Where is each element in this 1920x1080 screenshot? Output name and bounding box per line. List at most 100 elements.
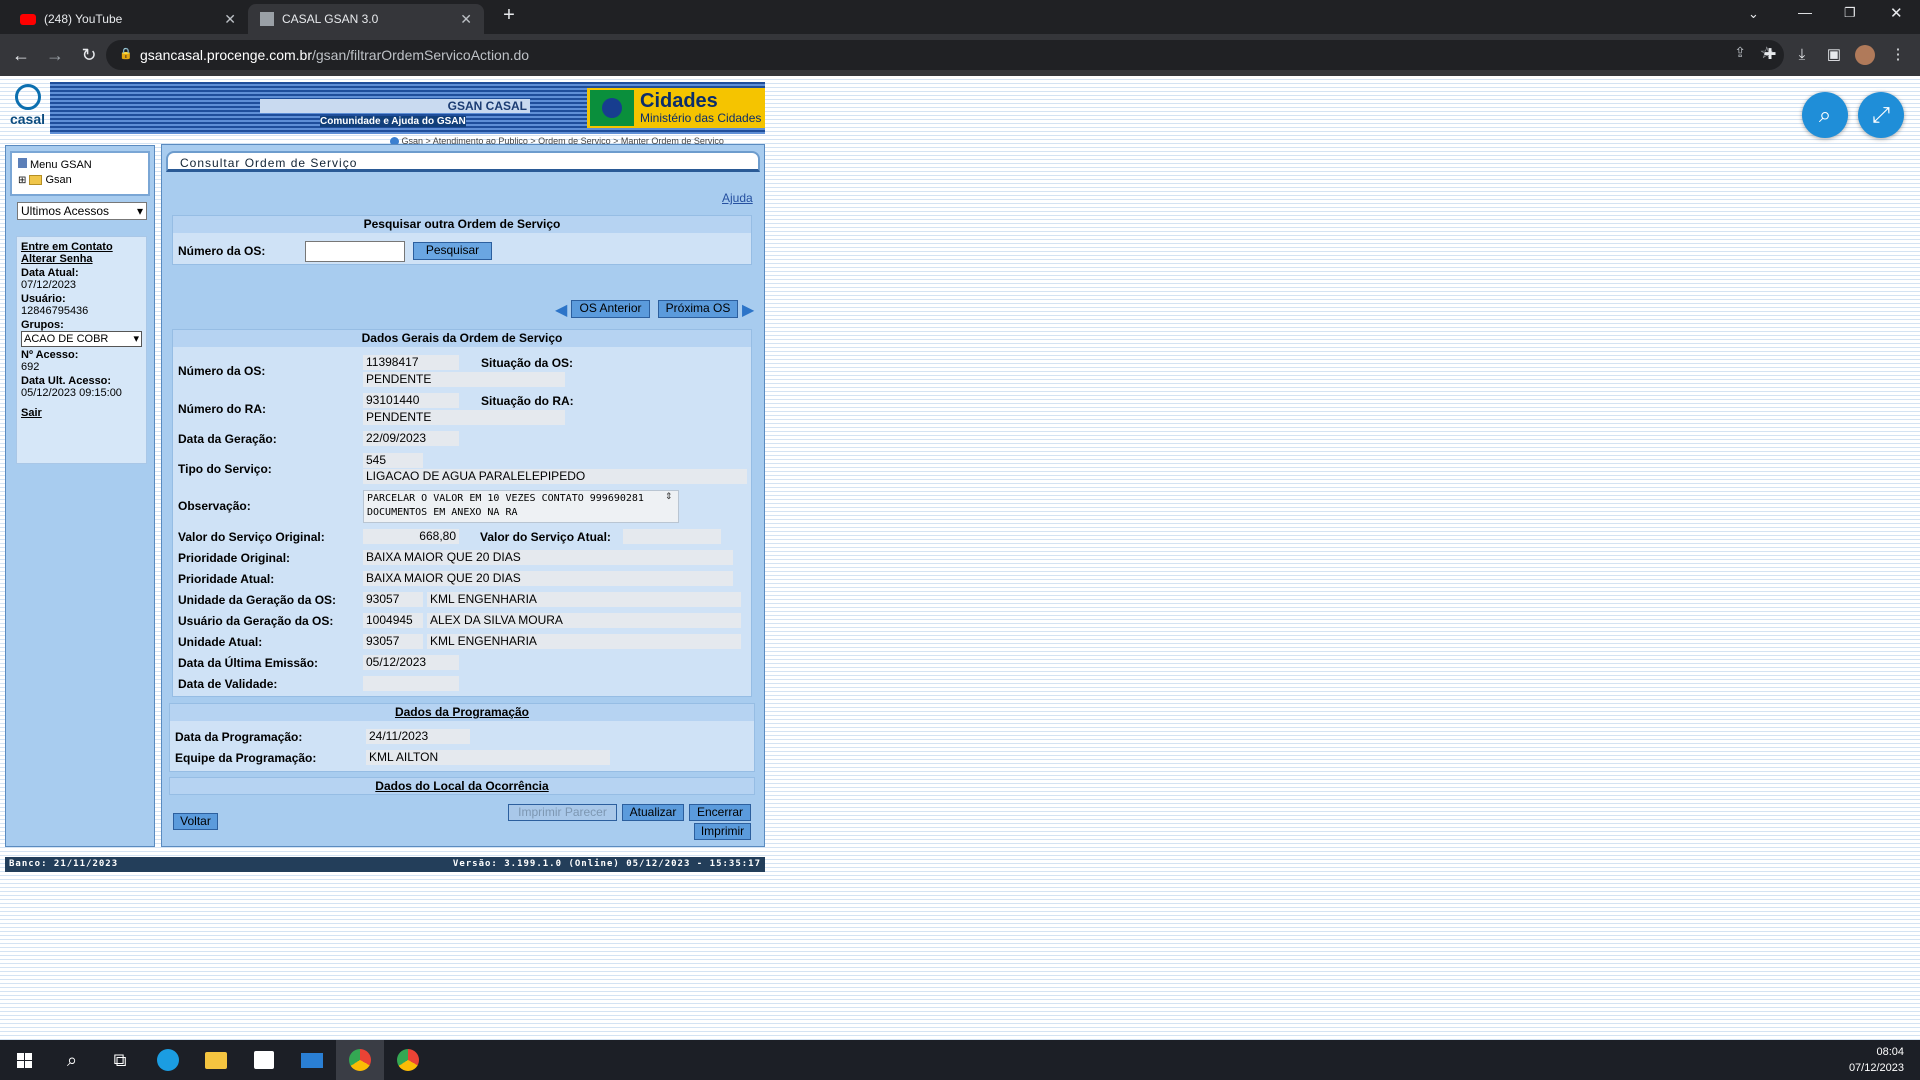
menu-title[interactable]: Menu GSAN xyxy=(18,158,142,171)
forward-icon[interactable]: → xyxy=(38,38,72,72)
programming-date-value: 24/11/2023 xyxy=(366,729,470,744)
prev-os-button[interactable]: OS Anterior xyxy=(571,300,650,318)
system-clock[interactable]: 08:04 07/12/2023 xyxy=(1849,1044,1904,1076)
page-title: Consultar Ordem de Serviço xyxy=(166,151,760,172)
current-value xyxy=(623,529,721,544)
brazil-flag-icon xyxy=(590,90,634,126)
close-tab-icon[interactable]: ✕ xyxy=(224,11,236,28)
original-value-label: Valor do Serviço Original: xyxy=(178,530,325,544)
last-emission-label: Data da Última Emissão: xyxy=(178,656,319,670)
tab-youtube[interactable]: (248) YouTube ✕ xyxy=(8,4,248,34)
programming-team-label: Equipe da Programação: xyxy=(175,751,317,765)
drop-icon xyxy=(14,84,41,110)
validity-label: Data de Validade: xyxy=(178,677,278,691)
original-priority-label: Prioridade Original: xyxy=(178,551,291,565)
windows-start-icon[interactable] xyxy=(0,1040,48,1080)
task-view-icon[interactable]: ⧉ xyxy=(96,1040,144,1080)
os-status-value: PENDENTE xyxy=(363,372,565,387)
next-os-button[interactable]: Próxima OS xyxy=(658,300,738,318)
search-button[interactable]: Pesquisar xyxy=(413,242,492,260)
spin-arrows-icon[interactable]: ⇕ xyxy=(665,491,673,502)
menu-tree: Menu GSAN ⊞ Gsan xyxy=(10,151,150,196)
mail-icon[interactable] xyxy=(288,1040,336,1080)
expand-plus-icon[interactable]: ⊞ xyxy=(18,175,26,186)
lock-icon: 🔒 xyxy=(119,48,133,60)
system-name: GSAN CASAL xyxy=(260,99,530,113)
location-heading[interactable]: Dados do Local da Ocorrência xyxy=(169,777,755,795)
expand-icon[interactable]: ⤢ xyxy=(1858,92,1904,138)
chevron-down-icon: ▾ xyxy=(133,333,139,345)
back-icon[interactable]: ← xyxy=(4,38,38,72)
back-button[interactable]: Voltar xyxy=(173,813,218,830)
current-unit-code: 93057 xyxy=(363,634,423,649)
gen-unit-label: Unidade da Geração da OS: xyxy=(178,593,337,607)
casal-logo[interactable]: casal xyxy=(5,80,50,134)
validity-value xyxy=(363,676,459,691)
youtube-icon xyxy=(20,13,36,25)
groups-label: Grupos: xyxy=(21,319,64,331)
address-bar[interactable]: 🔒 gsancasal.procenge.com.br/gsan/filtrar… xyxy=(106,40,1784,70)
gen-unit-code: 93057 xyxy=(363,592,423,607)
download-icon[interactable]: ⤓ xyxy=(1790,43,1814,67)
clock-date: 07/12/2023 xyxy=(1848,1062,1904,1074)
current-value-label: Valor do Serviço Atual: xyxy=(480,530,611,544)
prev-arrow-icon[interactable]: ◀ xyxy=(555,300,567,320)
minimize-icon[interactable]: — xyxy=(1798,4,1812,20)
menu-kebab-icon[interactable]: ⋮ xyxy=(1886,43,1910,67)
menu-item-gsan[interactable]: ⊞ Gsan xyxy=(18,174,142,186)
observation-textarea[interactable]: PARCELAR O VALOR EM 10 VEZES CONTATO 999… xyxy=(363,490,679,523)
chrome-icon[interactable] xyxy=(336,1040,384,1080)
edge-icon[interactable] xyxy=(144,1040,192,1080)
logout-link[interactable]: Sair xyxy=(21,407,42,419)
store-icon[interactable] xyxy=(240,1040,288,1080)
print-opinion-button[interactable]: Imprimir Parecer xyxy=(508,804,617,821)
current-unit-label: Unidade Atual: xyxy=(178,635,263,649)
chrome-profile-icon[interactable] xyxy=(384,1040,432,1080)
close-window-icon[interactable]: ✕ xyxy=(1890,4,1903,22)
current-priority-value: BAIXA MAIOR QUE 20 DIAS xyxy=(363,571,733,586)
print-button[interactable]: Imprimir xyxy=(694,823,751,840)
community-link[interactable]: Comunidade e Ajuda do GSAN xyxy=(320,116,466,127)
url-path: /gsan/filtrarOrdemServicoAction.do xyxy=(312,47,530,63)
search-icon[interactable]: ⌕ xyxy=(48,1040,96,1080)
status-footer: Banco: 21/11/2023 Versão: 3.199.1.0 (Onl… xyxy=(5,857,765,872)
groups-select[interactable]: ACAO DE COBR ▾ xyxy=(21,331,142,347)
generation-date-value: 22/09/2023 xyxy=(363,431,459,446)
tab-search-icon[interactable]: ⌄ xyxy=(1748,6,1759,22)
change-password-link[interactable]: Alterar Senha xyxy=(21,253,93,265)
folder-icon xyxy=(29,175,43,186)
close-tab-icon[interactable]: ✕ xyxy=(460,11,472,28)
clock-time: 08:04 xyxy=(1876,1046,1904,1058)
service-type-code: 545 xyxy=(363,453,423,468)
search-icon[interactable]: ⌕ xyxy=(1802,92,1848,138)
current-priority-label: Prioridade Atual: xyxy=(178,572,275,586)
close-os-button[interactable]: Encerrar xyxy=(689,804,751,821)
extensions-icon[interactable]: ✚ xyxy=(1758,43,1782,67)
file-explorer-icon[interactable] xyxy=(192,1040,240,1080)
ra-number-label: Número do RA: xyxy=(178,402,266,416)
search-os-input[interactable] xyxy=(305,241,405,262)
share-icon[interactable]: ⇪ xyxy=(1734,44,1746,61)
chevron-down-icon: ▾ xyxy=(136,204,143,218)
tab-casal-gsan[interactable]: CASAL GSAN 3.0 ✕ xyxy=(248,4,484,34)
original-priority-value: BAIXA MAIOR QUE 20 DIAS xyxy=(363,550,733,565)
new-tab-icon[interactable]: + xyxy=(494,4,524,30)
next-arrow-icon[interactable]: ▶ xyxy=(742,300,754,320)
recent-access-select[interactable]: Ultimos Acessos ▾ xyxy=(17,202,147,220)
tab-title: CASAL GSAN 3.0 xyxy=(282,12,379,26)
url-host: gsancasal.procenge.com.br xyxy=(140,47,312,63)
user-info-panel: Entre em Contato Alterar Senha Data Atua… xyxy=(16,236,147,464)
help-link[interactable]: Ajuda xyxy=(722,191,753,205)
side-panel-icon[interactable]: ▣ xyxy=(1822,43,1846,67)
update-button[interactable]: Atualizar xyxy=(622,804,684,821)
user-label: Usuário: xyxy=(21,293,66,305)
restore-icon[interactable]: ❐ xyxy=(1844,5,1856,21)
contact-link[interactable]: Entre em Contato xyxy=(21,241,113,253)
browser-toolbar: ← → ↻ 🔒 gsancasal.procenge.com.br/gsan/f… xyxy=(0,34,1920,76)
generation-date-label: Data da Geração: xyxy=(178,432,277,446)
version-info: Versão: 3.199.1.0 (Online) 05/12/2023 - … xyxy=(452,859,761,869)
windows-taskbar: ⌕ ⧉ xyxy=(0,1040,1920,1080)
reload-icon[interactable]: ↻ xyxy=(72,38,106,72)
profile-avatar-icon[interactable] xyxy=(1853,43,1877,67)
programming-heading[interactable]: Dados da Programação xyxy=(170,704,754,721)
